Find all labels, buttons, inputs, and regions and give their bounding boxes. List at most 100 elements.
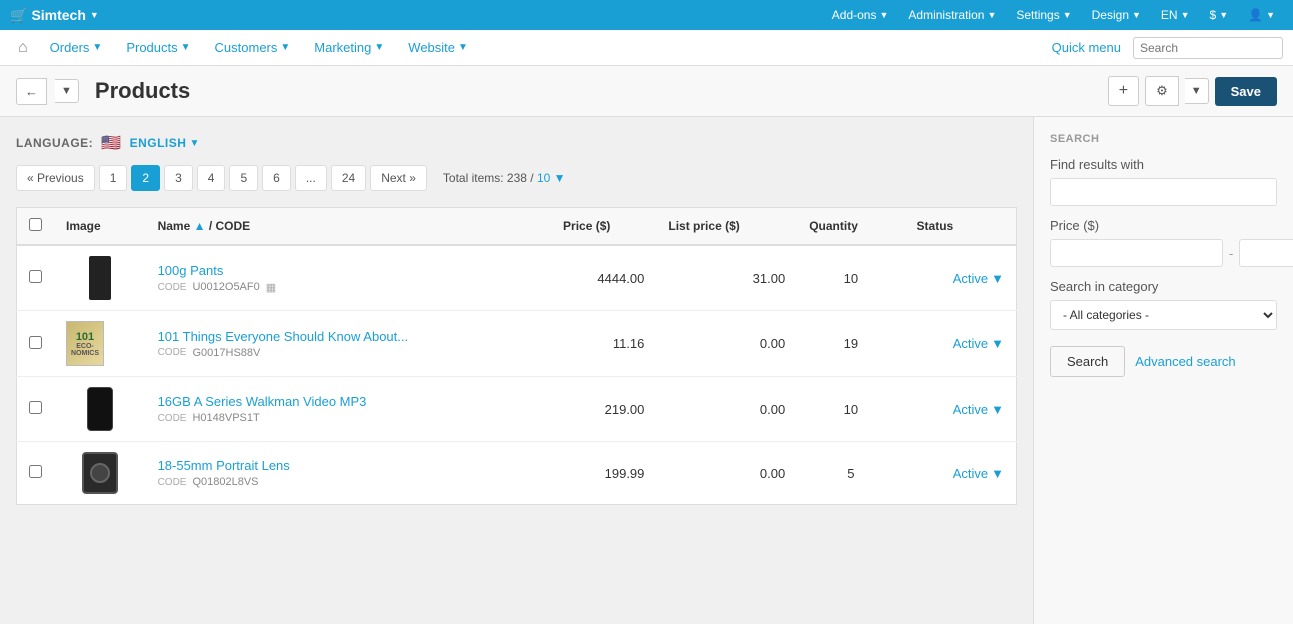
product-image: 101ECO-NOMICS [66,321,134,366]
product-image [66,452,134,494]
nav-products[interactable]: Products ▼ [116,30,200,66]
select-all-checkbox[interactable] [29,218,42,231]
row-quantity-cell: 10 [797,245,904,311]
status-active-badge[interactable]: Active ▼ [917,271,1004,286]
find-results-label: Find results with [1050,157,1277,172]
top-bar-left: 🛒 Simtech ▼ [10,7,99,24]
content-area: LANGUAGE: 🇺🇸 English ▼ « Previous 1 2 3 … [0,117,1033,624]
nav-addons[interactable]: Add-ons ▼ [824,0,897,30]
save-button[interactable]: Save [1215,77,1277,106]
row-checkbox-3[interactable] [29,465,42,478]
search-section-title: SEARCH [1050,133,1277,145]
lang-caret-icon: ▼ [1181,10,1190,20]
price-dash: - [1229,246,1233,261]
gear-button[interactable]: ⚙ [1145,76,1179,106]
back-dropdown-button[interactable]: ▼ [55,79,79,103]
row-image-cell: 101ECO-NOMICS [54,311,146,377]
language-caret-icon: ▼ [189,138,199,149]
brand-caret-icon: ▼ [90,10,99,20]
row-image-cell [54,442,146,505]
page-4-button[interactable]: 4 [197,165,226,191]
table-row: 101ECO-NOMICS 101 Things Everyone Should… [17,311,1017,377]
product-name-link[interactable]: 100g Pants [158,263,224,278]
status-active-badge[interactable]: Active ▼ [917,466,1004,481]
category-select[interactable]: - All categories - [1050,300,1277,330]
page-5-button[interactable]: 5 [229,165,258,191]
gear-dropdown-button[interactable]: ▼ [1185,78,1209,104]
products-caret-icon: ▼ [181,42,191,53]
nav-settings[interactable]: Settings ▼ [1008,0,1079,30]
product-code: CODE H0148VPS1T [158,412,539,424]
nav-orders[interactable]: Orders ▼ [40,30,113,66]
brand-logo[interactable]: 🛒 Simtech ▼ [10,7,99,24]
code-edit-icon[interactable]: ▦ [266,281,276,294]
row-checkbox-2[interactable] [29,401,42,414]
status-header: Status [905,208,1017,246]
home-button[interactable]: ⌂ [10,39,36,57]
product-code: CODE Q01802L8VS [158,476,539,488]
language-flag: 🇺🇸 [101,133,121,153]
page-1-button[interactable]: 1 [99,165,128,191]
main-layout: LANGUAGE: 🇺🇸 English ▼ « Previous 1 2 3 … [0,117,1293,624]
row-checkbox-0[interactable] [29,270,42,283]
nav-administration[interactable]: Administration ▼ [900,0,1004,30]
row-name-cell: 100g Pants CODE U0012O5AF0 ▦ [146,245,551,311]
pagination: « Previous 1 2 3 4 5 6 ... 24 Next » Tot… [16,165,1017,191]
row-status-cell: Active ▼ [905,311,1017,377]
row-price-cell: 219.00 [551,377,656,442]
user-icon: 👤 [1248,8,1263,22]
add-product-button[interactable]: + [1108,76,1139,106]
back-button[interactable]: ← [16,78,47,105]
row-list-price-cell: 0.00 [656,442,797,505]
page-2-button[interactable]: 2 [131,165,160,191]
nav-website[interactable]: Website ▼ [398,30,478,66]
nav-marketing[interactable]: Marketing ▼ [304,30,394,66]
page-title: Products [95,78,190,104]
page-header-left: ← ▼ Products [16,78,190,105]
page-ellipsis-button[interactable]: ... [295,165,327,191]
quick-menu-link[interactable]: Quick menu [1052,40,1121,55]
status-active-badge[interactable]: Active ▼ [917,402,1004,417]
page-3-button[interactable]: 3 [164,165,193,191]
nav-user[interactable]: 👤 ▼ [1240,0,1283,30]
status-caret-icon: ▼ [991,402,1004,417]
row-quantity-cell: 10 [797,377,904,442]
price-header: Price ($) [551,208,656,246]
image-header: Image [54,208,146,246]
customers-caret-icon: ▼ [280,42,290,53]
table-row: 16GB A Series Walkman Video MP3 CODE H01… [17,377,1017,442]
search-button[interactable]: Search [1050,346,1125,377]
row-checkbox-1[interactable] [29,336,42,349]
per-page-selector[interactable]: 10 ▼ [537,171,566,185]
nav-lang[interactable]: EN ▼ [1153,0,1198,30]
row-image-cell [54,377,146,442]
language-label: LANGUAGE: [16,136,93,150]
page-header: ← ▼ Products + ⚙ ▼ Save [0,66,1293,117]
nav-customers[interactable]: Customers ▼ [205,30,301,66]
row-price-cell: 11.16 [551,311,656,377]
settings-caret-icon: ▼ [1063,10,1072,20]
price-from-input[interactable] [1050,239,1223,267]
page-6-button[interactable]: 6 [262,165,291,191]
language-selector[interactable]: English ▼ [130,136,200,150]
page-24-button[interactable]: 24 [331,165,366,191]
quantity-header: Quantity [797,208,904,246]
nav-design[interactable]: Design ▼ [1084,0,1149,30]
row-list-price-cell: 0.00 [656,377,797,442]
price-to-input[interactable] [1239,239,1293,267]
prev-page-button[interactable]: « Previous [16,165,95,191]
advanced-search-button[interactable]: Advanced search [1135,354,1235,369]
search-input[interactable] [1133,37,1283,59]
row-checkbox-cell [17,245,55,311]
product-name-link[interactable]: 18-55mm Portrait Lens [158,458,290,473]
product-name-link[interactable]: 101 Things Everyone Should Know About... [158,329,409,344]
status-active-badge[interactable]: Active ▼ [917,336,1004,351]
next-page-button[interactable]: Next » [370,165,427,191]
nav-currency[interactable]: $ ▼ [1202,0,1237,30]
addons-caret-icon: ▼ [879,10,888,20]
design-caret-icon: ▼ [1132,10,1141,20]
product-name-link[interactable]: 16GB A Series Walkman Video MP3 [158,394,367,409]
find-results-input[interactable] [1050,178,1277,206]
marketing-caret-icon: ▼ [374,42,384,53]
row-image-cell [54,245,146,311]
